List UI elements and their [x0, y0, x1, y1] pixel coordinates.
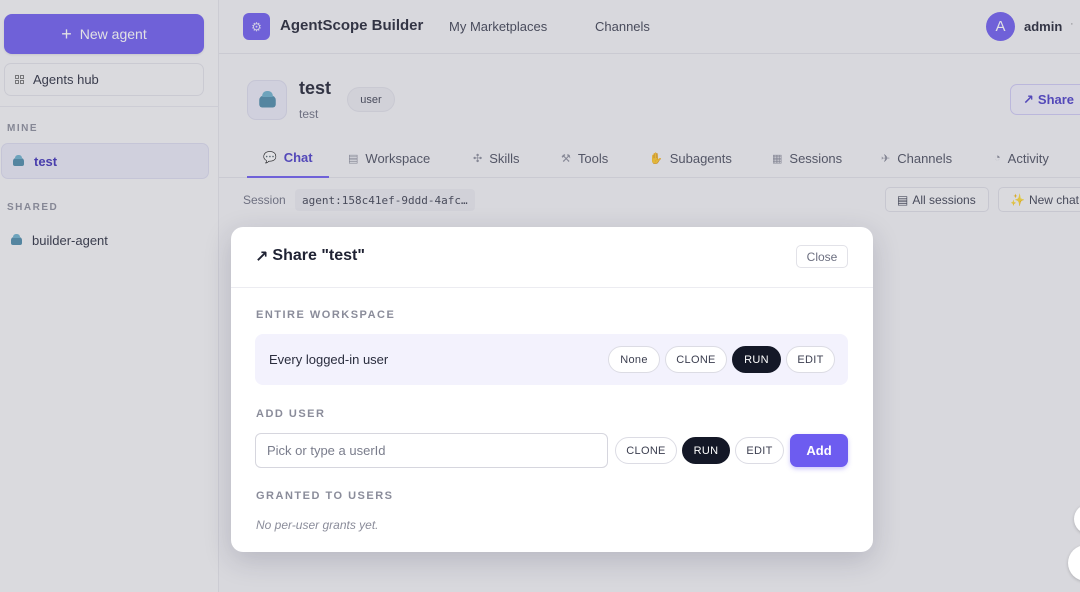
workspace-permission-row: Every logged-in user None CLONE RUN EDIT — [255, 334, 848, 385]
user-permission-edit-button[interactable]: EDIT — [735, 437, 784, 464]
user-id-input[interactable] — [255, 433, 608, 468]
dialog-title-text: Share "test" — [272, 247, 365, 264]
dialog-divider — [231, 287, 873, 288]
arrow-up-right-icon: ↗ — [255, 249, 269, 266]
permission-edit-button[interactable]: EDIT — [786, 346, 835, 373]
user-permission-run-button[interactable]: RUN — [682, 437, 730, 464]
add-user-button[interactable]: Add — [790, 434, 848, 467]
permission-run-button[interactable]: RUN — [732, 346, 781, 373]
dialog-title: ↗ Share "test" — [255, 247, 365, 267]
permission-clone-button[interactable]: CLONE — [665, 346, 727, 373]
granted-section-label: GRANTED TO USERS — [256, 490, 394, 502]
close-button[interactable]: Close — [796, 245, 848, 268]
add-user-section-label: ADD USER — [256, 408, 326, 420]
share-dialog: ↗ Share "test" Close ENTIRE WORKSPACE Ev… — [231, 227, 873, 552]
workspace-scope-label: Every logged-in user — [269, 352, 389, 367]
user-permission-clone-button[interactable]: CLONE — [615, 437, 677, 464]
workspace-section-label: ENTIRE WORKSPACE — [256, 309, 396, 321]
empty-grants-message: No per-user grants yet. — [256, 518, 379, 532]
permission-none-button[interactable]: None — [608, 346, 660, 373]
